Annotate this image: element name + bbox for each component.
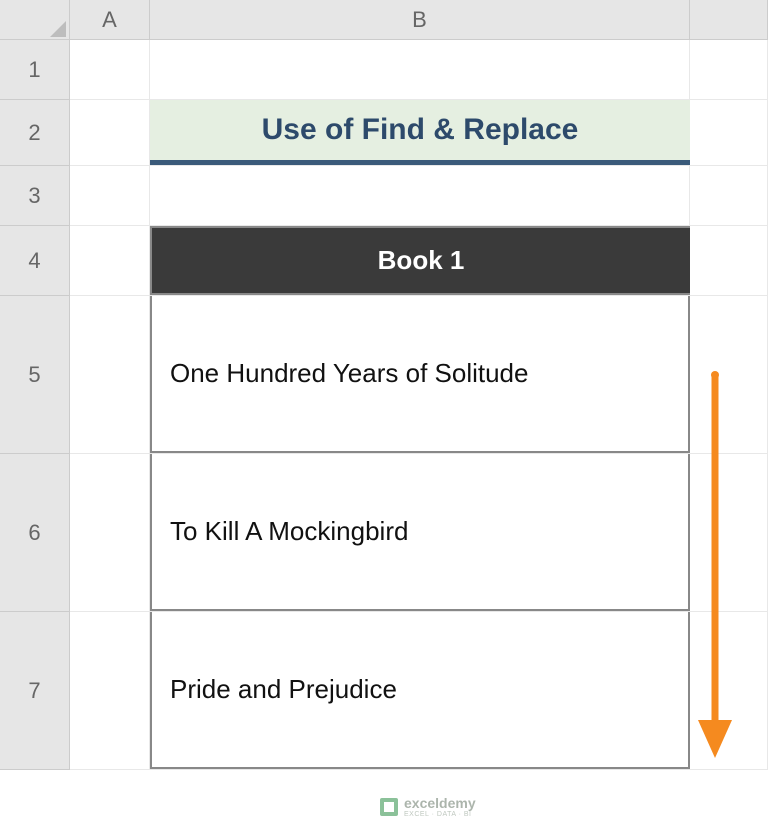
- table-row[interactable]: To Kill A Mockingbird: [150, 454, 690, 611]
- column-header-A[interactable]: A: [70, 0, 150, 39]
- table-row[interactable]: One Hundred Years of Solitude: [150, 296, 690, 453]
- cell-C1[interactable]: [690, 40, 768, 99]
- column-header-C[interactable]: [690, 0, 768, 39]
- column-header-B[interactable]: B: [150, 0, 690, 39]
- row-header-1[interactable]: 1: [0, 40, 69, 100]
- brand-logo-icon: [380, 798, 398, 816]
- cell-A4[interactable]: [70, 226, 150, 295]
- cell-A7[interactable]: [70, 612, 150, 769]
- cell-C2[interactable]: [690, 100, 768, 165]
- row-header-5[interactable]: 5: [0, 296, 69, 454]
- table-header[interactable]: Book 1: [150, 226, 690, 295]
- row-header-7[interactable]: 7: [0, 612, 69, 770]
- cell-C4[interactable]: [690, 226, 768, 295]
- cell-C6[interactable]: [690, 454, 768, 611]
- cell-B1[interactable]: [150, 40, 690, 99]
- table-row[interactable]: Pride and Prejudice: [150, 612, 690, 769]
- watermark: exceldemy EXCEL · DATA · BI: [380, 795, 476, 818]
- cell-C7[interactable]: [690, 612, 768, 769]
- cell-A6[interactable]: [70, 454, 150, 611]
- select-all-corner[interactable]: [0, 0, 70, 40]
- cell-A5[interactable]: [70, 296, 150, 453]
- row-headers: 1 2 3 4 5 6 7: [0, 40, 70, 770]
- watermark-tagline: EXCEL · DATA · BI: [404, 811, 476, 818]
- row-header-2[interactable]: 2: [0, 100, 69, 166]
- column-headers: A B: [70, 0, 768, 40]
- cell-A1[interactable]: [70, 40, 150, 99]
- row-header-3[interactable]: 3: [0, 166, 69, 226]
- cell-C5[interactable]: [690, 296, 768, 453]
- row-header-6[interactable]: 6: [0, 454, 69, 612]
- spreadsheet: A B 1 2 3 4 5 6 7 Use of Find & Replace: [0, 0, 768, 832]
- cell-A2[interactable]: [70, 100, 150, 165]
- select-all-triangle-icon: [50, 21, 66, 37]
- row-header-4[interactable]: 4: [0, 226, 69, 296]
- cell-grid: Use of Find & Replace Book 1 One Hundred…: [70, 40, 768, 770]
- cell-A3[interactable]: [70, 166, 150, 225]
- page-title[interactable]: Use of Find & Replace: [150, 100, 690, 165]
- cell-B3[interactable]: [150, 166, 690, 225]
- cell-C3[interactable]: [690, 166, 768, 225]
- watermark-brand: exceldemy: [404, 795, 476, 811]
